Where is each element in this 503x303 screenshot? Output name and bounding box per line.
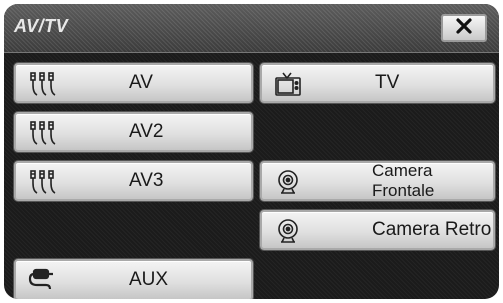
camera-front-label: Camera Frontale bbox=[372, 161, 435, 200]
av-tv-screen: AV/TV AV AV2 AV3 AUX TV Camera Frontale … bbox=[4, 4, 499, 299]
camera-front-button[interactable]: Camera Frontale bbox=[260, 161, 495, 201]
tv-button[interactable]: TV bbox=[260, 63, 495, 103]
aux-button[interactable]: AUX bbox=[14, 259, 253, 299]
window-title: AV/TV bbox=[14, 16, 69, 36]
aux-plug-icon bbox=[28, 267, 56, 293]
aux-label: AUX bbox=[129, 269, 169, 290]
close-button[interactable] bbox=[441, 14, 487, 42]
camera-icon bbox=[274, 169, 302, 195]
av3-button[interactable]: AV3 bbox=[14, 161, 253, 201]
av2-button[interactable]: AV2 bbox=[14, 112, 253, 152]
title-bar: AV/TV bbox=[4, 4, 499, 53]
camera-rear-button[interactable]: Camera Retro bbox=[260, 210, 495, 250]
av3-label: AV3 bbox=[129, 170, 164, 191]
camera-icon bbox=[274, 218, 302, 244]
rca-cable-icon bbox=[28, 71, 56, 97]
close-icon bbox=[455, 17, 473, 39]
camera-rear-label: Camera Retro bbox=[372, 219, 492, 240]
rca-cable-icon bbox=[28, 120, 56, 146]
av-button[interactable]: AV bbox=[14, 63, 253, 103]
av-label: AV bbox=[129, 72, 153, 93]
av2-label: AV2 bbox=[129, 121, 164, 142]
rca-cable-icon bbox=[28, 169, 56, 195]
tv-label: TV bbox=[375, 72, 400, 93]
tv-icon bbox=[274, 71, 302, 97]
